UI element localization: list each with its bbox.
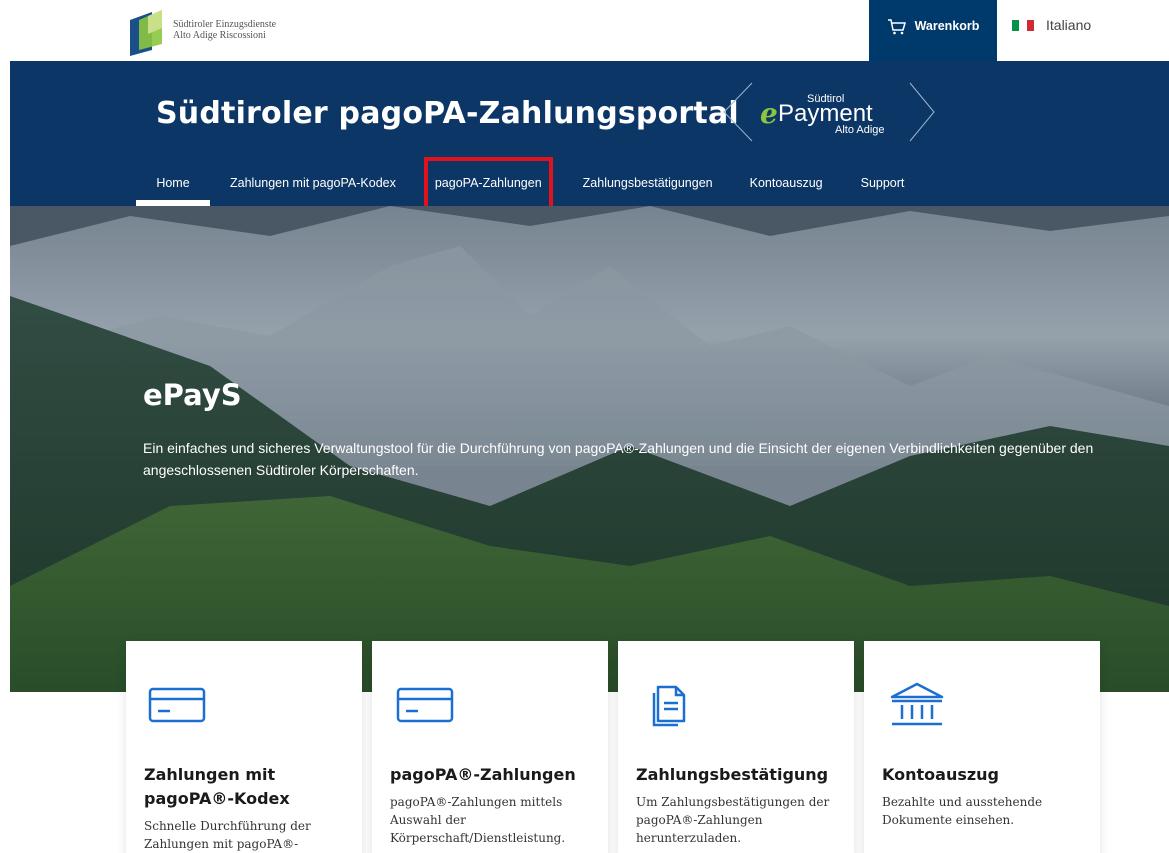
document-icon (652, 685, 686, 727)
organization-name: Südtiroler Einzugsdienste Alto Adige Ris… (173, 19, 276, 41)
epayment-logo[interactable]: e Südtirol Payment Alto Adige (722, 79, 936, 145)
italian-flag-icon (1012, 19, 1034, 31)
brand-main: Payment (778, 100, 873, 127)
bank-icon (890, 682, 944, 726)
card-title: Kontoauszug (882, 765, 1000, 784)
card-kontoauszug[interactable]: Kontoauszug Bezahlte und ausstehende Dok… (864, 641, 1100, 853)
nav-item-kontoauszug[interactable]: Kontoauszug (750, 164, 823, 206)
site-title: Südtiroler pagoPA-Zahlungsportal (156, 96, 739, 131)
site-header: Südtiroler pagoPA-Zahlungsportal e Südti… (10, 61, 1169, 206)
card-title: Zahlungsbestätigung (636, 765, 829, 784)
nav-item-label: Support (860, 176, 905, 190)
nav-item-label: Kontoauszug (749, 176, 823, 190)
cart-label: Warenkorb (914, 19, 980, 33)
hero-title: ePayS (143, 378, 242, 412)
card-zahlungen-kodex[interactable]: Zahlungen mit pagoPA®-Kodex Schnelle Dur… (126, 641, 362, 853)
nav-item-zahlungsbestaetigungen[interactable]: Zahlungsbestätigungen (583, 164, 713, 206)
language-switch[interactable]: Italiano (1012, 17, 1091, 33)
nav-item-support[interactable]: Support (861, 164, 905, 206)
nav-item-zahlungen-kodex[interactable]: Zahlungen mit pagoPA-Kodex (230, 164, 396, 206)
hero-description: Ein einfaches und sicheres Verwaltungsto… (143, 440, 1094, 478)
top-bar: Südtiroler Einzugsdienste Alto Adige Ris… (0, 0, 1169, 61)
hero-banner: ePayS Ein einfaches und sicheres Verwalt… (10, 206, 1169, 692)
organization-logo[interactable] (130, 6, 162, 56)
nav-item-home[interactable]: Home (136, 164, 210, 206)
card-title: Zahlungen mit pagoPA®-Kodex (144, 765, 290, 808)
brand-e: e (760, 97, 778, 130)
card-description: pagoPA®-Zahlungen mittels Auswahl der Kö… (390, 795, 566, 845)
credit-card-icon (148, 687, 206, 723)
organization-name-line1: Südtiroler Einzugsdienste (173, 19, 277, 30)
shopping-cart-icon (887, 19, 906, 35)
nav-item-label: Home (156, 176, 190, 190)
nav-item-label: Zahlungsbestätigungen (582, 176, 713, 190)
cart-button[interactable]: Warenkorb (869, 0, 997, 61)
card-title: pagoPA®-Zahlungen (390, 765, 576, 784)
brand-bottom: Alto Adige (835, 124, 885, 136)
card-description: Um Zahlungsbestätigungen der pagoPA®-Zah… (636, 795, 830, 845)
credit-card-icon (396, 687, 454, 723)
language-label: Italiano (1046, 17, 1092, 33)
card-description: Schnelle Durchführung der Zahlungen mit … (144, 819, 311, 851)
card-pagopa-zahlungen[interactable]: pagoPA®-Zahlungen pagoPA®-Zahlungen mitt… (372, 641, 608, 853)
card-zahlungsbestaetigung[interactable]: Zahlungsbestätigung Um Zahlungsbestätigu… (618, 641, 854, 853)
nav-item-label: Zahlungen mit pagoPA-Kodex (230, 176, 396, 190)
organization-name-line2: Alto Adige Riscossioni (173, 30, 266, 41)
card-description: Bezahlte und ausstehende Dokumente einse… (882, 795, 1043, 827)
